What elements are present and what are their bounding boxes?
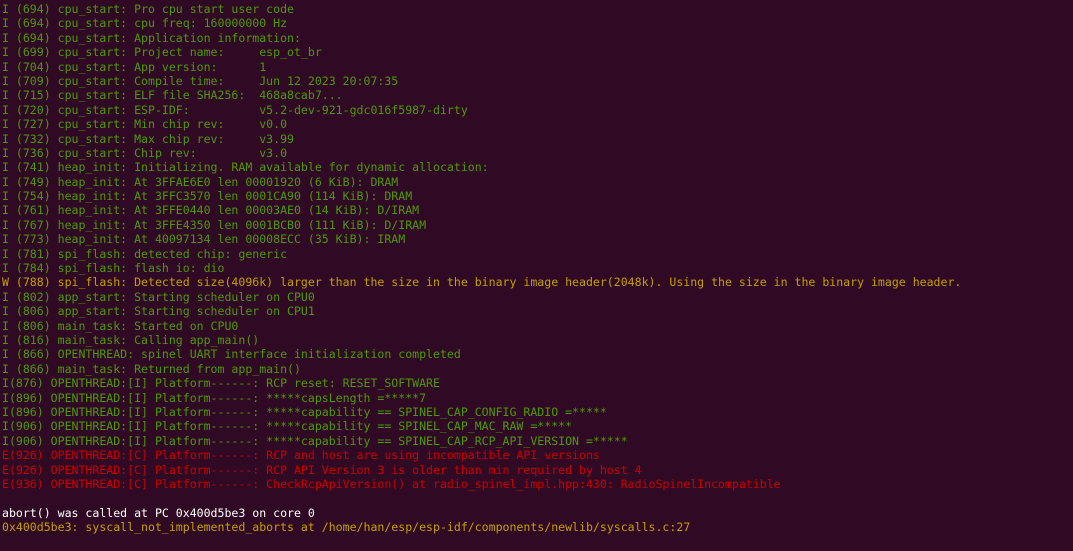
log-line-info: I (720) cpu_start: ESP-IDF: v5.2-dev-921… xyxy=(2,102,468,117)
log-line-error: E(936) OPENTHREAD:[C] Platform------: Ch… xyxy=(2,476,781,491)
log-line-info: I (761) heap_init: At 3FFE0440 len 00003… xyxy=(2,203,420,218)
log-line-info: I (694) cpu_start: Application informati… xyxy=(2,30,301,45)
log-line-info: I (736) cpu_start: Chip rev: v3.0 xyxy=(2,145,288,160)
log-line-warning: W (788) spi_flash: Detected size(4096k) … xyxy=(2,275,962,290)
log-line-info: I (732) cpu_start: Max chip rev: v3.99 xyxy=(2,131,294,146)
log-line-info: I (773) heap_init: At 40097134 len 00008… xyxy=(2,232,406,247)
log-line-info: I (694) cpu_start: cpu freq: 160000000 H… xyxy=(2,16,288,31)
log-line-info: I (694) cpu_start: Pro cpu start user co… xyxy=(2,2,294,16)
log-line-info: I (709) cpu_start: Compile time: Jun 12 … xyxy=(2,73,399,88)
log-line-error: E(926) OPENTHREAD:[C] Platform------: RC… xyxy=(2,448,600,463)
log-line-info: I (802) app_start: Starting scheduler on… xyxy=(2,289,315,304)
log-line-info: I (816) main_task: Calling app_main() xyxy=(2,332,260,347)
log-line-blank xyxy=(2,491,1073,505)
log-line-abort: abort() was called at PC 0x400d5be3 on c… xyxy=(2,505,315,520)
log-line-info: I (715) cpu_start: ELF file SHA256: 468a… xyxy=(2,88,343,103)
log-line-info: I (749) heap_init: At 3FFAE6E0 len 00001… xyxy=(2,174,399,189)
log-line-info: I(896) OPENTHREAD:[I] Platform------: **… xyxy=(2,404,607,419)
log-line-info: I (784) spi_flash: flash io: dio xyxy=(2,261,225,276)
log-line-info: I (781) spi_flash: detected chip: generi… xyxy=(2,246,288,261)
log-line-info: I (754) heap_init: At 3FFC3570 len 0001C… xyxy=(2,189,413,204)
log-line-info: I (866) main_task: Returned from app_mai… xyxy=(2,361,301,376)
log-line-info: I(906) OPENTHREAD:[I] Platform------: **… xyxy=(2,419,573,434)
terminal-output[interactable]: I (694) cpu_start: Pro cpu start user co… xyxy=(0,0,1073,551)
log-line-info: I (767) heap_init: At 3FFE4350 len 0001B… xyxy=(2,217,427,232)
log-line-info: I(896) OPENTHREAD:[I] Platform------: **… xyxy=(2,390,427,405)
log-line-error: E(926) OPENTHREAD:[C] Platform------: RC… xyxy=(2,462,642,477)
log-line-info: I (866) OPENTHREAD: spinel UART interfac… xyxy=(2,347,461,362)
log-line-info: I(906) OPENTHREAD:[I] Platform------: **… xyxy=(2,433,628,448)
log-line-info: I (806) app_start: Starting scheduler on… xyxy=(2,304,315,319)
log-line-backtrace: 0x400d5be3: syscall_not_implemented_abor… xyxy=(2,520,691,535)
log-line-info: I (699) cpu_start: Project name: esp_ot_… xyxy=(2,45,322,60)
log-line-info: I (727) cpu_start: Min chip rev: v0.0 xyxy=(2,117,288,132)
log-line-info: I (704) cpu_start: App version: 1 xyxy=(2,59,267,74)
log-line-info: I (741) heap_init: Initializing. RAM ava… xyxy=(2,160,489,175)
log-line-info: I (806) main_task: Started on CPU0 xyxy=(2,318,239,333)
log-line-info: I(876) OPENTHREAD:[I] Platform------: RC… xyxy=(2,376,440,391)
